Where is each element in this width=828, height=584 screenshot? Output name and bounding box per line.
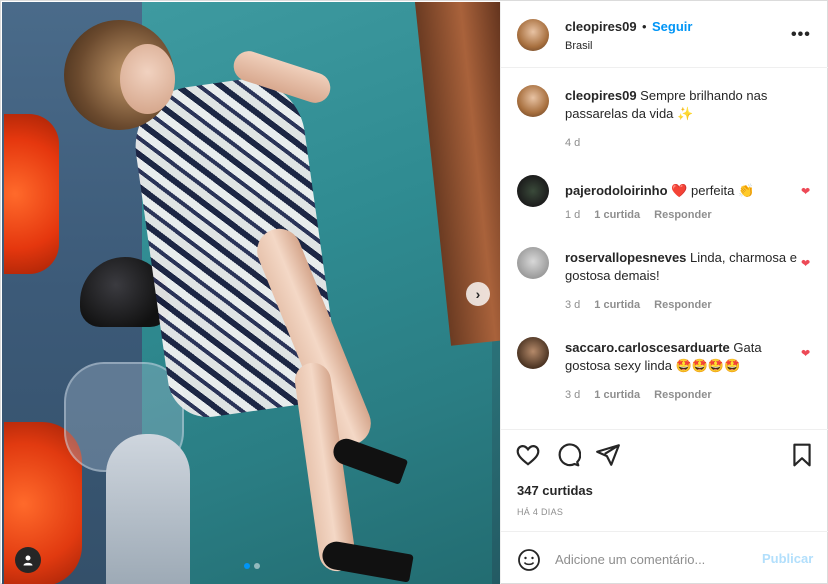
comment-likes[interactable]: 1 curtida bbox=[594, 299, 640, 311]
separator-dot: • bbox=[642, 19, 647, 34]
carousel-indicator bbox=[244, 563, 260, 569]
reply-button[interactable]: Responder bbox=[654, 209, 711, 221]
stool bbox=[106, 434, 190, 584]
comment-time: 1 d bbox=[565, 209, 581, 221]
author-avatar[interactable] bbox=[517, 19, 549, 51]
publish-button[interactable]: Publicar bbox=[762, 551, 813, 566]
author-avatar[interactable] bbox=[517, 85, 549, 117]
post-frame: › cleopires09 • Seguir Brasil ••• cleopi… bbox=[0, 0, 828, 584]
follow-button[interactable]: Seguir bbox=[652, 19, 692, 34]
reply-button[interactable]: Responder bbox=[654, 389, 711, 401]
commenter-avatar[interactable] bbox=[517, 175, 549, 207]
emoji-icon[interactable] bbox=[517, 548, 541, 572]
orange-lamp bbox=[4, 114, 59, 274]
heart-icon[interactable]: ❤ bbox=[801, 185, 810, 198]
chevron-right-icon: › bbox=[475, 286, 481, 302]
action-bar bbox=[501, 429, 828, 477]
comment-likes[interactable]: 1 curtida bbox=[594, 209, 640, 221]
post-header: cleopires09 • Seguir Brasil ••• bbox=[501, 2, 828, 68]
heart-icon[interactable]: ❤ bbox=[801, 257, 810, 270]
like-heart-icon[interactable] bbox=[515, 442, 541, 468]
carousel-dot-active bbox=[244, 563, 250, 569]
comment-bubble-icon[interactable] bbox=[555, 442, 581, 468]
bookmark-icon[interactable] bbox=[789, 442, 815, 468]
caption-time: 4 d bbox=[565, 137, 581, 149]
commenter-avatar[interactable] bbox=[517, 247, 549, 279]
caption-username[interactable]: cleopires09 bbox=[565, 88, 637, 103]
reply-button[interactable]: Responder bbox=[654, 299, 711, 311]
post-sidebar: cleopires09 • Seguir Brasil ••• cleopire… bbox=[500, 2, 828, 584]
share-send-icon[interactable] bbox=[595, 442, 621, 468]
comment-input[interactable] bbox=[555, 549, 755, 569]
post-date[interactable]: HÁ 4 DIAS bbox=[517, 507, 563, 517]
carousel-next-button[interactable]: › bbox=[466, 282, 490, 306]
likes-count[interactable]: 347 curtidas bbox=[517, 483, 593, 498]
heart-icon[interactable]: ❤ bbox=[801, 347, 810, 360]
author-username[interactable]: cleopires09 bbox=[565, 19, 637, 34]
comment-time: 3 d bbox=[565, 389, 581, 401]
comment-username[interactable]: saccaro.carloscesarduarte bbox=[565, 340, 730, 355]
carousel-dot bbox=[254, 563, 260, 569]
comment-likes[interactable]: 1 curtida bbox=[594, 389, 640, 401]
comments-list[interactable]: cleopires09 Sempre brilhando nas passare… bbox=[501, 69, 828, 429]
post-image[interactable]: › bbox=[2, 2, 500, 584]
post-location[interactable]: Brasil bbox=[565, 40, 593, 52]
user-icon bbox=[23, 555, 33, 566]
comment-time: 3 d bbox=[565, 299, 581, 311]
more-options-icon[interactable]: ••• bbox=[791, 26, 811, 44]
commenter-avatar[interactable] bbox=[517, 337, 549, 369]
tagged-users-button[interactable] bbox=[15, 547, 41, 573]
comment-username[interactable]: pajerodoloirinho bbox=[565, 183, 668, 198]
comment-username[interactable]: roservallopesneves bbox=[565, 250, 686, 265]
person-face bbox=[120, 44, 175, 114]
comment-composer: Publicar bbox=[501, 531, 828, 584]
comment-text: ❤️ perfeita 👏 bbox=[671, 183, 755, 198]
